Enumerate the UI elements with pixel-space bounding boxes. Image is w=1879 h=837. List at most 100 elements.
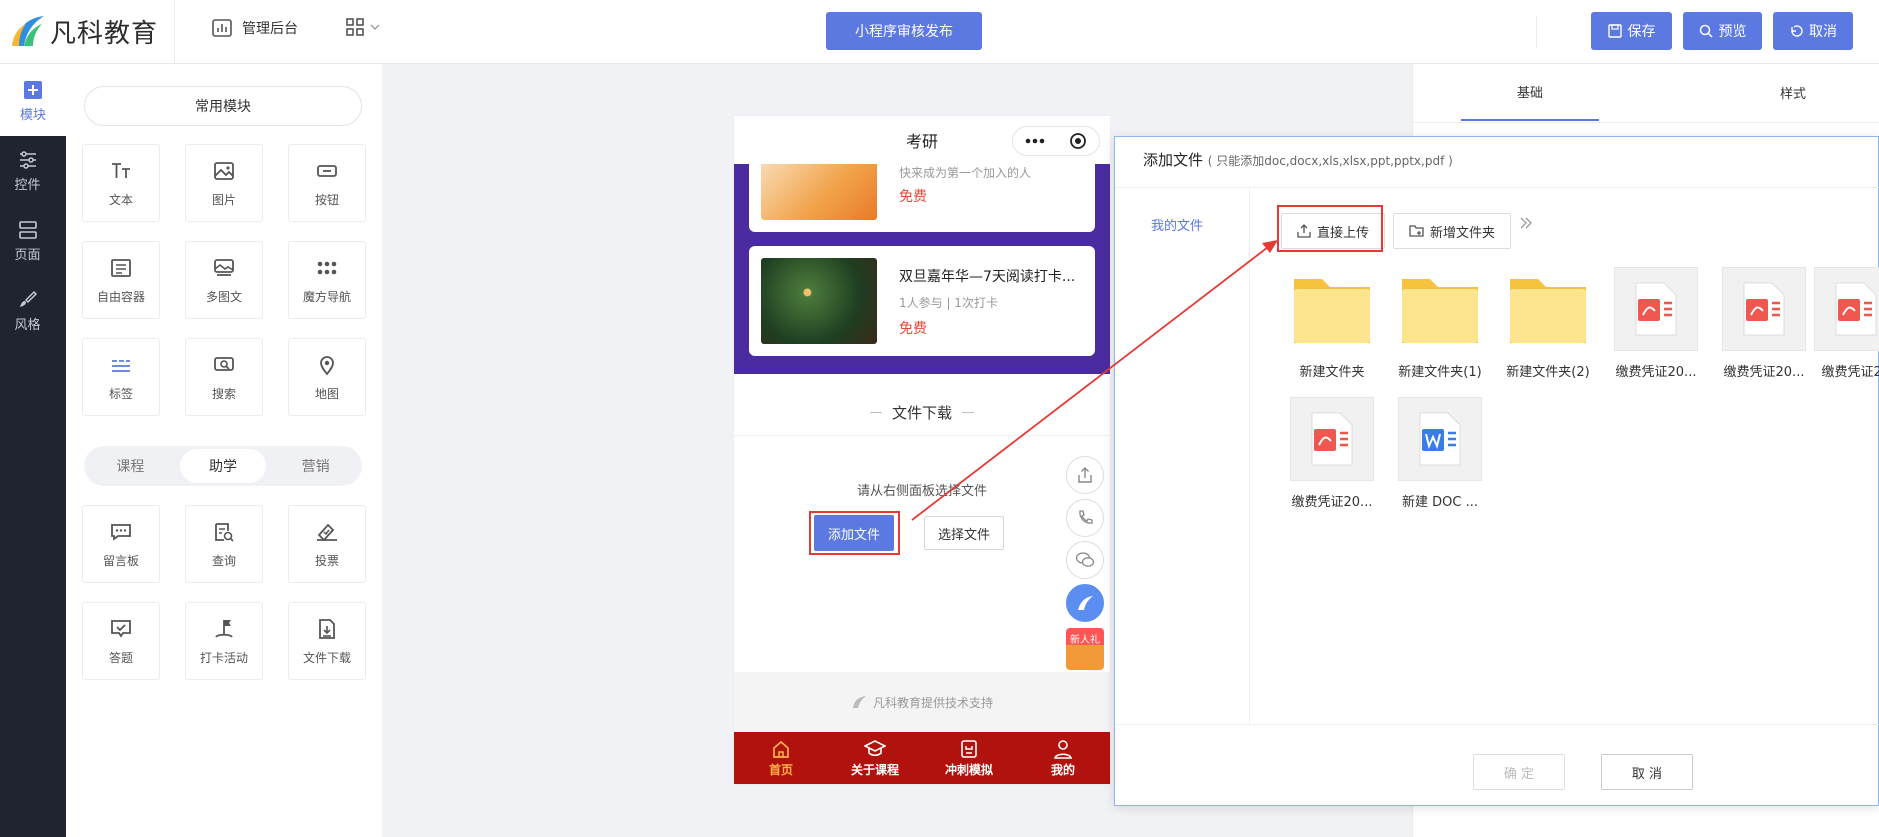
app-grid-menu[interactable] xyxy=(346,18,380,36)
image-icon xyxy=(214,161,234,180)
graduation-cap-icon xyxy=(864,739,886,756)
file-item[interactable]: 新建文件夹 xyxy=(1282,267,1382,380)
sidebar-item-my-files[interactable]: 我的文件 xyxy=(1151,215,1203,234)
exam-icon xyxy=(961,739,977,758)
module-map[interactable]: 地图 xyxy=(288,338,366,416)
file-item[interactable]: 新建文件夹(1) xyxy=(1390,267,1490,380)
share-fab[interactable] xyxy=(1066,456,1104,494)
module-checkin[interactable]: 打卡活动 xyxy=(185,602,263,680)
mini-program-capsule[interactable] xyxy=(1012,126,1100,156)
support-text: 凡科教育提供技术支持 xyxy=(872,695,993,710)
dots-grid-icon xyxy=(317,261,337,274)
tab-label: 我的 xyxy=(1050,762,1075,777)
pdf-file-icon xyxy=(1814,267,1879,351)
phone-tab-bar: 首页 关于课程 冲刺模拟 我的 xyxy=(734,732,1110,784)
module-container[interactable]: 自由容器 xyxy=(82,241,160,319)
file-item[interactable]: 缴费凭证20... xyxy=(1606,267,1706,380)
more-actions[interactable] xyxy=(1519,217,1533,229)
file-item[interactable]: 新建文件夹(2) xyxy=(1498,267,1598,380)
module-query[interactable]: 查询 xyxy=(185,505,263,583)
admin-link[interactable]: 管理后台 xyxy=(212,18,298,38)
phone-header: 考研 xyxy=(734,116,1110,164)
course-price: 免费 xyxy=(899,321,927,337)
module-quiz[interactable]: 答题 xyxy=(82,602,160,680)
segment-course[interactable]: 课程 xyxy=(87,449,174,483)
common-modules-header[interactable]: 常用模块 xyxy=(84,86,362,126)
cancel-button[interactable]: 取消 xyxy=(1773,12,1853,50)
brand-fab[interactable] xyxy=(1066,584,1104,622)
file-name: 新建文件夹(2) xyxy=(1506,365,1590,380)
phone-title: 考研 xyxy=(905,132,938,151)
nav-style[interactable]: 风格 xyxy=(0,290,55,333)
module-message-board[interactable]: 留言板 xyxy=(82,505,160,583)
module-cube-nav[interactable]: 魔方导航 xyxy=(288,241,366,319)
left-nav: 模块 控件 页面 风格 xyxy=(0,64,66,837)
button-icon xyxy=(317,164,337,177)
save-icon xyxy=(1607,24,1622,38)
course-subtitle: 快来成为第一个加入的人 xyxy=(899,166,1032,180)
module-text[interactable]: 文本 xyxy=(82,144,160,222)
new-folder-label: 新增文件夹 xyxy=(1429,225,1495,241)
folder-icon xyxy=(1398,267,1482,351)
module-multi-image[interactable]: 多图文 xyxy=(185,241,263,319)
file-hint: 请从右侧面板选择文件 xyxy=(856,484,987,499)
file-item[interactable]: 缴费凭证20 xyxy=(1780,267,1879,380)
pdf-file-icon xyxy=(1290,397,1374,481)
logo[interactable]: 凡科教育 xyxy=(10,10,158,52)
module-button[interactable]: 按钮 xyxy=(288,144,366,222)
checkin-flag-icon xyxy=(215,619,233,638)
file-item[interactable]: 新建 DOC ... xyxy=(1390,397,1490,510)
new-user-gift-badge[interactable]: 新人礼 xyxy=(1066,628,1104,670)
wechat-fab[interactable] xyxy=(1066,541,1104,579)
course-title: 双旦嘉年华—7天阅读打卡... xyxy=(899,269,1076,285)
select-file-button[interactable]: 选择文件 xyxy=(924,516,1004,550)
preview-button[interactable]: 预览 xyxy=(1683,12,1762,50)
tab-basic[interactable]: 基础 xyxy=(1461,64,1599,121)
dialog-cancel-button[interactable]: 取 消 xyxy=(1601,754,1693,790)
module-label: 文件下载 xyxy=(302,650,351,665)
dialog-title: 添加文件 ( 只能添加doc,docx,xls,xlsx,ppt,pptx,pd… xyxy=(1143,149,1453,170)
section-title: 文件下载 xyxy=(891,404,952,422)
quiz-icon xyxy=(111,619,131,638)
user-icon xyxy=(1054,739,1072,759)
module-label: 按钮 xyxy=(314,192,339,207)
map-pin-icon xyxy=(320,355,334,375)
tab-mine[interactable]: 我的 xyxy=(1016,732,1110,784)
module-label: 魔方导航 xyxy=(302,289,351,304)
file-name: 缴费凭证20... xyxy=(1291,495,1373,510)
dialog-sidebar xyxy=(1115,188,1250,724)
close-circle-icon xyxy=(1070,133,1086,149)
segment-study[interactable]: 助学 xyxy=(179,449,267,483)
file-name: 缴费凭证20... xyxy=(1615,365,1697,380)
confirm-button[interactable]: 确 定 xyxy=(1473,754,1565,790)
module-image[interactable]: 图片 xyxy=(185,144,263,222)
file-item[interactable]: 缴费凭证20... xyxy=(1282,397,1382,510)
more-dots-icon xyxy=(1025,138,1045,144)
publish-button[interactable]: 小程序审核发布 xyxy=(826,12,982,50)
tab-about-course[interactable]: 关于课程 xyxy=(828,732,922,784)
word-file-icon xyxy=(1398,397,1482,481)
module-file-download[interactable]: 文件下载 xyxy=(288,602,366,680)
tab-home[interactable]: 首页 xyxy=(734,732,828,784)
folder-icon xyxy=(1506,267,1590,351)
nav-modules-active[interactable]: 模块 xyxy=(0,80,66,123)
nav-controls[interactable]: 控件 xyxy=(0,150,55,193)
phone-fab[interactable] xyxy=(1066,499,1104,537)
file-name: 新建 DOC ... xyxy=(1402,495,1478,510)
course-card[interactable]: 双旦嘉年华—7天阅读打卡... 1人参与 | 1次打卡 免费 xyxy=(749,246,1095,356)
segment-marketing[interactable]: 营销 xyxy=(272,449,359,483)
module-vote[interactable]: 投票 xyxy=(288,505,366,583)
course-list-section: 快来成为第一个加入的人 免费 双旦嘉年华—7天阅读打卡... 1人参与 | 1次… xyxy=(734,144,1110,374)
tab-sprint-exam[interactable]: 冲刺模拟 xyxy=(922,732,1016,784)
wechat-icon xyxy=(1075,552,1095,567)
module-search[interactable]: 搜索 xyxy=(185,338,263,416)
logo-text: 凡科教育 xyxy=(50,18,159,49)
module-label: 自由容器 xyxy=(96,289,145,304)
new-folder-button[interactable]: 新增文件夹 xyxy=(1393,213,1511,249)
save-button[interactable]: 保存 xyxy=(1591,12,1672,50)
module-tags[interactable]: 标签 xyxy=(82,338,160,416)
nav-pages[interactable]: 页面 xyxy=(0,220,55,263)
add-file-dialog: 添加文件 ( 只能添加doc,docx,xls,xlsx,ppt,pptx,pd… xyxy=(1114,136,1879,806)
module-label: 查询 xyxy=(211,553,236,568)
tab-style[interactable]: 样式 xyxy=(1693,64,1879,120)
